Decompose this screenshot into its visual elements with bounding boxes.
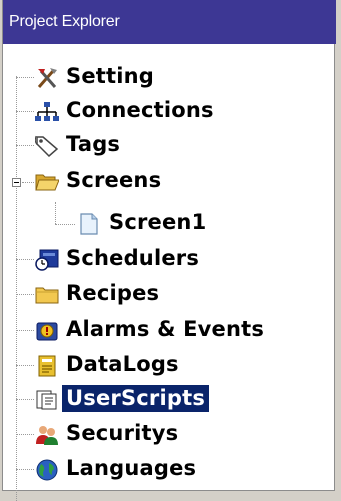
tree-connector <box>16 365 34 366</box>
panel-title: Project Explorer <box>9 13 120 30</box>
project-tree: Setting Connections Tags Screens Screen1… <box>3 44 334 501</box>
tree-item-label: Setting <box>66 64 155 88</box>
script-icon <box>36 390 57 410</box>
tree-connector <box>16 77 34 78</box>
tree-connector <box>16 434 34 435</box>
folder-icon <box>35 287 59 304</box>
tree-connector <box>16 145 34 146</box>
tree-item-label: Recipes <box>66 281 160 305</box>
tree-connector <box>16 469 34 470</box>
tree-item-label: Schedulers <box>66 246 200 270</box>
tree-item-label: Screen1 <box>109 210 207 234</box>
alarm-icon <box>36 322 58 341</box>
tree-connector <box>55 202 56 224</box>
screens-collapse-toggle[interactable] <box>12 178 21 187</box>
tree-connector <box>16 111 34 112</box>
scheduler-icon <box>35 249 59 271</box>
project-explorer-panel: Project Explorer Setting Connections Tag… <box>2 0 336 501</box>
tree-connector <box>55 224 75 225</box>
tree-connector <box>16 399 34 400</box>
tree-item-label: UserScripts <box>62 385 210 412</box>
tree-connector <box>16 76 17 501</box>
tree-connector <box>16 294 34 295</box>
tools-icon <box>37 68 57 88</box>
tree-connector <box>22 182 34 183</box>
tree-connector <box>16 330 34 331</box>
tree-item-label: Alarms & Events <box>66 317 265 341</box>
tag-icon <box>35 135 59 157</box>
panel-title-bar: Project Explorer <box>3 0 336 44</box>
tree-item-label: Connections <box>66 98 214 122</box>
folder-open-icon <box>35 174 59 191</box>
network-icon <box>35 102 59 121</box>
tree-item-label: Tags <box>66 132 121 156</box>
document-icon <box>80 213 98 235</box>
tree-connector <box>16 259 34 260</box>
tree-item-label: Screens <box>66 168 162 192</box>
globe-icon <box>36 459 58 481</box>
users-icon <box>36 426 58 445</box>
tree-item-label: Securitys <box>66 421 179 445</box>
tree-item-label: DataLogs <box>66 352 179 376</box>
datalog-icon <box>38 355 56 377</box>
tree-item-label: Languages <box>66 456 197 480</box>
